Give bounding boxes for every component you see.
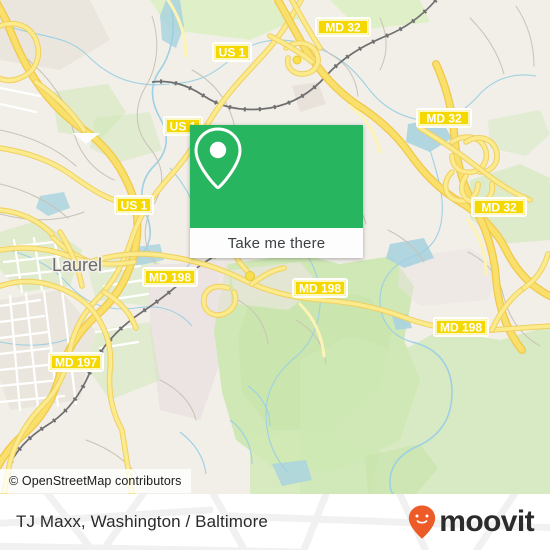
road-shield: MD 198 (142, 267, 198, 287)
road-shield-label: MD 32 (325, 21, 361, 35)
popup-tail (72, 133, 100, 144)
map-pin-icon (194, 127, 242, 190)
place-label: Laurel (52, 255, 102, 275)
road-shield: MD 198 (433, 317, 489, 337)
road-shield-label: MD 198 (440, 321, 482, 335)
road-shield: US 1 (114, 195, 154, 215)
place-label-group: Laurel (51, 254, 104, 277)
road-shield: MD 197 (48, 352, 104, 372)
take-me-there-button[interactable]: Take me there (190, 228, 363, 258)
map-canvas[interactable]: .park{fill:#cfe8b5} .park2{fill:#dff0c8}… (0, 0, 550, 494)
road-shield-label: MD 32 (481, 201, 517, 215)
footer-bar: TJ Maxx, Washington / Baltimore moovit (0, 494, 550, 550)
road-shield-label: MD 198 (149, 271, 191, 285)
place-title: TJ Maxx, Washington / Baltimore (16, 512, 268, 531)
road-shield-label: US 1 (219, 46, 246, 60)
road-shield: MD 198 (292, 278, 348, 298)
moovit-logo[interactable]: moovit (408, 505, 535, 539)
take-me-there-popup[interactable]: Take me there (190, 125, 363, 258)
road-shield-label: MD 198 (299, 282, 341, 296)
take-me-there-label: Take me there (227, 234, 326, 252)
road-shield: MD 32 (315, 17, 371, 37)
road-shield-label: MD 32 (426, 112, 462, 126)
road-shield: MD 32 (416, 108, 472, 128)
road-shield: US 1 (212, 42, 252, 62)
osm-attribution-text: © OpenStreetMap contributors (9, 474, 182, 488)
osm-attribution: © OpenStreetMap contributors (0, 469, 191, 493)
map-screenshot-root: .park{fill:#cfe8b5} .park2{fill:#dff0c8}… (0, 0, 550, 550)
road-shield-label: US 1 (121, 199, 148, 213)
moovit-pin-icon (409, 505, 436, 539)
road-shield: MD 32 (471, 197, 527, 217)
moovit-wordmark: moovit (439, 505, 534, 538)
road-shield-label: MD 197 (55, 356, 97, 370)
popup-image-area (190, 125, 363, 228)
